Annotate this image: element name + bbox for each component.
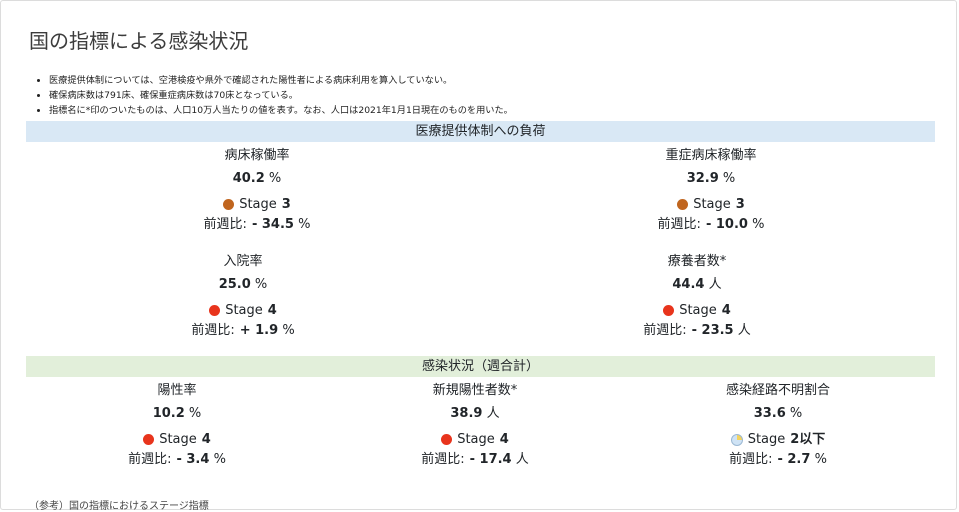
stage-dot-icon	[677, 199, 689, 210]
week-change: 前週比: - 2.7 %	[729, 452, 827, 467]
metric-label: 療養者数*	[667, 254, 727, 269]
page-title: 国の指標による感染状況	[29, 29, 249, 53]
metric-value: 32.9 %	[686, 171, 736, 186]
indicator-card: 国の指標による感染状況 医療提供体制については、空港検疫や県外で確認された陽性者…	[0, 0, 957, 512]
metric-label: 陽性率	[157, 383, 197, 398]
stage-dot-icon	[209, 305, 221, 316]
stage-dot-icon	[663, 305, 675, 316]
metric-label: 病床稼働率	[224, 148, 290, 163]
metric-label: 新規陽性者数*	[432, 383, 518, 398]
week-change: 前週比: - 3.4 %	[128, 452, 226, 467]
week-change: 前週比: - 10.0 %	[657, 217, 765, 232]
week-change: 前週比: + 1.9 %	[191, 323, 295, 338]
metric-value: 40.2 %	[232, 171, 282, 186]
stage-dot-icon	[441, 434, 453, 445]
metric-patients-under-care: 療養者数* 44.4 人 Stage 4 前週比: - 23.5 人	[597, 253, 797, 345]
stage-dot-icon	[143, 434, 155, 445]
metric-value: 44.4 人	[672, 277, 722, 292]
note-item: 確保病床数は791床、確保重症病床数は70床となっている。	[49, 88, 513, 103]
stage-indicator: Stage 2以下	[678, 428, 878, 451]
metric-unknown-route: 感染経路不明割合 33.6 % Stage 2以下 前週比: - 2.7 %	[678, 382, 878, 474]
stage-indicator: Stage 4	[143, 299, 343, 322]
stage-dot-icon	[730, 433, 743, 446]
metric-value: 25.0 %	[218, 277, 268, 292]
medical-section-header: 医療提供体制への負荷	[26, 121, 935, 142]
metric-hospitalization-rate: 入院率 25.0 % Stage 4 前週比: + 1.9 %	[143, 253, 343, 345]
footnote: （参考）国の指標におけるステージ指標	[29, 501, 209, 512]
infection-section-header: 感染状況（週合計）	[26, 356, 935, 377]
note-item: 医療提供体制については、空港検疫や県外で確認された陽性者による病床利用を算入して…	[49, 73, 513, 88]
metric-new-cases: 新規陽性者数* 38.9 人 Stage 4 前週比: - 17.4 人	[375, 382, 575, 474]
metric-bed-occupancy: 病床稼働率 40.2 % Stage 3 前週比: - 34.5 %	[157, 147, 357, 239]
stage-dot-icon	[223, 199, 235, 210]
metric-value: 38.9 人	[450, 406, 500, 421]
week-change: 前週比: - 23.5 人	[643, 323, 751, 338]
stage-indicator: Stage 3	[611, 193, 811, 216]
note-item: 指標名に*印のついたものは、人口10万人当たりの値を表す。なお、人口は2021年…	[49, 103, 513, 118]
metric-value: 33.6 %	[753, 406, 803, 421]
week-change: 前週比: - 17.4 人	[421, 452, 529, 467]
metric-severe-bed-occupancy: 重症病床稼働率 32.9 % Stage 3 前週比: - 10.0 %	[611, 147, 811, 239]
week-change: 前週比: - 34.5 %	[203, 217, 311, 232]
stage-indicator: Stage 3	[157, 193, 357, 216]
stage-indicator: Stage 4	[77, 428, 277, 451]
metric-label: 入院率	[223, 254, 263, 269]
metric-label: 感染経路不明割合	[725, 383, 830, 398]
stage-indicator: Stage 4	[375, 428, 575, 451]
stage-indicator: Stage 4	[597, 299, 797, 322]
metric-label: 重症病床稼働率	[665, 148, 757, 163]
notes-list: 医療提供体制については、空港検疫や県外で確認された陽性者による病床利用を算入して…	[35, 73, 513, 118]
metric-positivity-rate: 陽性率 10.2 % Stage 4 前週比: - 3.4 %	[77, 382, 277, 474]
metric-value: 10.2 %	[152, 406, 202, 421]
